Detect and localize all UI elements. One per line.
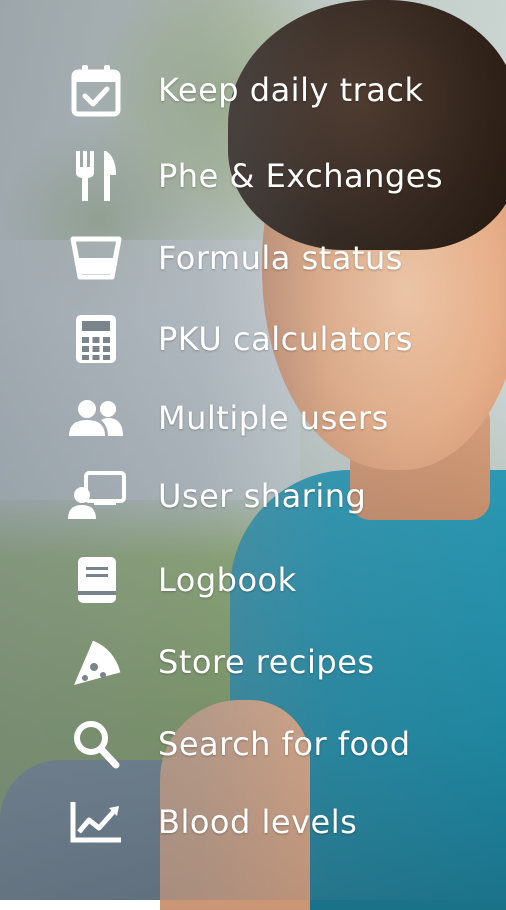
feature-label: Logbook	[158, 561, 297, 599]
fork-knife-icon	[64, 148, 128, 204]
user-sharing-icon	[64, 468, 128, 524]
pizza-icon	[64, 634, 128, 690]
feature-label: Phe & Exchanges	[158, 157, 444, 195]
feature-label: Search for food	[158, 725, 411, 763]
feature-user-sharing: User sharing	[64, 468, 366, 524]
feature-label: Blood levels	[158, 803, 358, 841]
feature-keep-daily-track: Keep daily track	[64, 62, 424, 118]
book-icon	[64, 552, 128, 608]
feature-blood-levels: Blood levels	[64, 794, 357, 850]
feature-multiple-users: Multiple users	[64, 390, 389, 446]
users-icon	[64, 390, 128, 446]
feature-store-recipes: Store recipes	[64, 634, 375, 690]
feature-label: PKU calculators	[158, 320, 413, 358]
feature-label: Store recipes	[158, 643, 375, 681]
calendar-check-icon	[64, 62, 128, 118]
feature-label: Keep daily track	[158, 71, 424, 109]
feature-formula-status: Formula status	[64, 230, 403, 286]
feature-label: Formula status	[158, 239, 403, 277]
feature-pku-calculators: PKU calculators	[64, 311, 413, 367]
cup-icon	[64, 230, 128, 286]
feature-logbook: Logbook	[64, 552, 297, 608]
feature-list: Keep daily track Phe & Exchanges Formula…	[0, 0, 506, 900]
feature-label: Multiple users	[158, 399, 389, 437]
feature-phe-exchanges: Phe & Exchanges	[64, 148, 443, 204]
feature-search-for-food: Search for food	[64, 716, 411, 772]
chart-icon	[64, 794, 128, 850]
feature-label: User sharing	[158, 477, 367, 515]
search-icon	[64, 716, 128, 772]
calculator-icon	[64, 311, 128, 367]
